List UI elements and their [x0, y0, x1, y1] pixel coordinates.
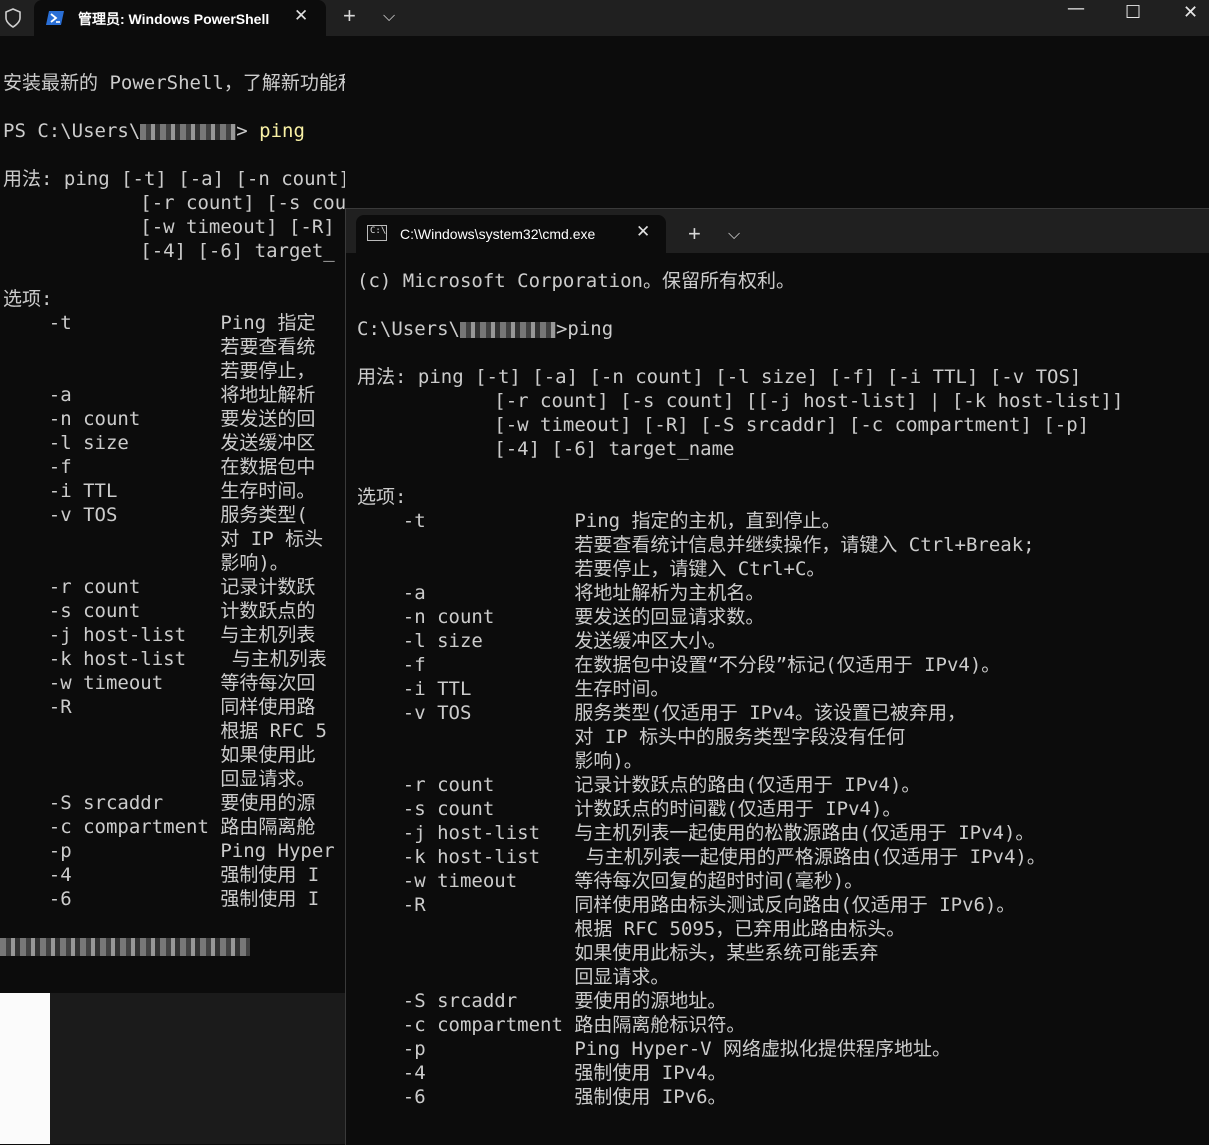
new-tab-button[interactable]: +	[343, 3, 356, 29]
terminal-line: -S srcaddr 要使用的源地址。	[357, 990, 727, 1012]
cmd-titlebar[interactable]: C:\ C:\Windows\system32\cmd.exe ✕ + ⌵	[346, 209, 1209, 253]
terminal-line: -n count 要发送的回显请求数。	[357, 606, 765, 628]
terminal-line: -i TTL 生存时间。	[3, 480, 316, 502]
terminal-line: -a 将地址解析	[3, 384, 316, 406]
terminal-line: (c) Microsoft Corporation。保留所有权利。	[357, 270, 795, 292]
terminal-line: -k host-list 与主机列表	[3, 648, 327, 670]
redacted-text	[0, 936, 250, 956]
terminal-line: -w timeout 等待每次回复的超时时间(毫秒)。	[357, 870, 864, 892]
terminal-line: -R 同样使用路由标头测试反向路由(仅适用于 IPv6)。	[357, 894, 1016, 916]
terminal-line: 影响)。	[3, 552, 289, 574]
terminal-line: -S srcaddr 要使用的源	[3, 792, 316, 814]
terminal-line: 若要停止，	[3, 360, 316, 382]
terminal-line: 根据 RFC 5	[3, 720, 327, 742]
terminal-line: -f 在数据包中设置“不分段”标记(仅适用于 IPv4)。	[357, 654, 1001, 676]
terminal-line: 回显请求。	[3, 768, 316, 790]
tab-close-icon[interactable]: ✕	[636, 222, 650, 242]
terminal-line: -i TTL 生存时间。	[357, 678, 670, 700]
terminal-line: -R 同样使用路	[3, 696, 316, 718]
prompt-command: ping	[567, 318, 614, 340]
terminal-line: -v TOS 服务类型(仅适用于 IPv4。该设置已被弃用，	[357, 702, 966, 724]
prompt-command: ping	[259, 120, 305, 142]
cmd-window: C:\ C:\Windows\system32\cmd.exe ✕ + ⌵ (c…	[345, 208, 1209, 1145]
terminal-line: [-w timeout] [-R] [-S srcaddr] [-c compa…	[357, 414, 1090, 436]
terminal-line: -k host-list 与主机列表一起使用的严格源路由(仅适用于 IPv4)。	[357, 846, 1046, 868]
terminal-line: 选项:	[357, 486, 407, 508]
terminal-line: -6 强制使用 I	[3, 888, 320, 910]
terminal-line: 如果使用此	[3, 744, 316, 766]
terminal-line: -p Ping Hyper	[3, 840, 335, 862]
window-close-button[interactable]: ✕	[1183, 2, 1198, 23]
terminal-line: -l size 发送缓冲区大小。	[357, 630, 727, 652]
terminal-line: -v TOS 服务类型(	[3, 504, 308, 526]
terminal-line: -f 在数据包中	[3, 456, 316, 478]
terminal-line: 对 IP 标头中的服务类型字段没有任何	[357, 726, 906, 748]
tab-dropdown-icon[interactable]: ⌵	[383, 8, 395, 26]
cmd-terminal-output[interactable]: (c) Microsoft Corporation。保留所有权利。 C:\User…	[357, 269, 1207, 1139]
prompt-path: PS C:\Users\	[3, 120, 141, 142]
terminal-line: 回显请求。	[357, 966, 670, 988]
terminal-line: 若要查看统	[3, 336, 316, 358]
prompt-line: C:\Users\ >ping	[357, 317, 613, 341]
terminal-line: 若要查看统计信息并继续操作，请键入 Ctrl+Break;	[357, 534, 1035, 556]
powershell-titlebar[interactable]: 管理员: Windows PowerShell ✕ + ⌵ — ☐ ✕	[0, 0, 1209, 36]
terminal-line: 根据 RFC 5095，已弃用此路由标头。	[357, 918, 906, 940]
new-tab-button[interactable]: +	[688, 221, 701, 247]
prompt-line: PS C:\Users\ > ping	[3, 119, 305, 143]
terminal-line: -r count 记录计数跃点的路由(仅适用于 IPv4)。	[357, 774, 921, 796]
terminal-line: 若要停止，请键入 Ctrl+C。	[357, 558, 826, 580]
redacted-username	[459, 321, 556, 338]
terminal-line: [-r count] [-s count] [[-j host-list] | …	[357, 390, 1124, 412]
minimize-button[interactable]: —	[1067, 0, 1085, 19]
terminal-line: [-w timeout] [-R]	[3, 216, 335, 238]
tab-title: 管理员: Windows PowerShell	[78, 11, 270, 27]
cmd-icon: C:\	[367, 225, 387, 241]
prompt-path: C:\Users\	[357, 318, 460, 340]
terminal-line: 安装最新的 PowerShell，了解新功能和改进！https://aka.ms…	[3, 72, 345, 94]
terminal-line: -t Ping 指定	[3, 312, 316, 334]
redacted-username	[140, 123, 237, 140]
terminal-line: -c compartment 路由隔离舱标识符。	[357, 1014, 746, 1036]
powershell-terminal-output[interactable]: 安装最新的 PowerShell，了解新功能和改进！https://aka.ms…	[3, 71, 345, 931]
terminal-line: -t Ping 指定的主机，直到停止。	[357, 510, 841, 532]
terminal-line: -l size 发送缓冲区	[3, 432, 316, 454]
tab-title: C:\Windows\system32\cmd.exe	[400, 226, 596, 242]
desktop-background	[0, 993, 345, 1144]
tab-close-icon[interactable]: ✕	[294, 6, 308, 26]
powershell-icon	[46, 11, 64, 25]
tab-powershell[interactable]: 管理员: Windows PowerShell ✕	[34, 0, 326, 36]
terminal-line: [-r count] [-s count] [[-j host-list] | …	[140, 192, 345, 214]
terminal-line: [-4] [-6] target_name	[357, 438, 735, 460]
terminal-line: 用法: ping [-t] [-a] [-n count] [-l size] …	[3, 168, 345, 190]
terminal-line: -j host-list 与主机列表一起使用的松散源路由(仅适用于 IPv4)。	[357, 822, 1035, 844]
terminal-line: -6 强制使用 IPv6。	[357, 1086, 727, 1108]
shield-icon	[5, 8, 21, 28]
terminal-line: 选项:	[3, 288, 53, 310]
terminal-line: -a 将地址解析为主机名。	[357, 582, 765, 604]
desktop-dark-area	[50, 993, 345, 1144]
terminal-line: -s count 计数跃点的时间戳(仅适用于 IPv4)。	[357, 798, 902, 820]
terminal-line: -s count 计数跃点的	[3, 600, 316, 622]
terminal-line: -j host-list 与主机列表	[3, 624, 316, 646]
terminal-line: [-4] [-6] target_	[3, 240, 335, 262]
tab-cmd[interactable]: C:\ C:\Windows\system32\cmd.exe ✕	[356, 215, 666, 253]
tab-dropdown-icon[interactable]: ⌵	[728, 226, 740, 244]
terminal-line: -n count 要发送的回	[3, 408, 316, 430]
prompt-suffix: >	[236, 120, 260, 142]
terminal-line: 对 IP 标头	[3, 528, 324, 550]
terminal-line: 影响)。	[357, 750, 643, 772]
maximize-button[interactable]: ☐	[1125, 2, 1141, 23]
terminal-line: 如果使用此标头，某些系统可能丢弃	[357, 942, 879, 964]
terminal-line: -p Ping Hyper-V 网络虚拟化提供程序地址。	[357, 1038, 952, 1060]
terminal-line: -4 强制使用 IPv4。	[357, 1062, 727, 1084]
terminal-line: -4 强制使用 I	[3, 864, 320, 886]
prompt-suffix: >	[555, 318, 568, 340]
terminal-line: -w timeout 等待每次回	[3, 672, 316, 694]
desktop-window-strip	[0, 993, 51, 1144]
terminal-line: -r count 记录计数跃	[3, 576, 316, 598]
terminal-line: 用法: ping [-t] [-a] [-n count] [-l size] …	[357, 366, 1082, 388]
terminal-line: -c compartment 路由隔离舱	[3, 816, 316, 838]
